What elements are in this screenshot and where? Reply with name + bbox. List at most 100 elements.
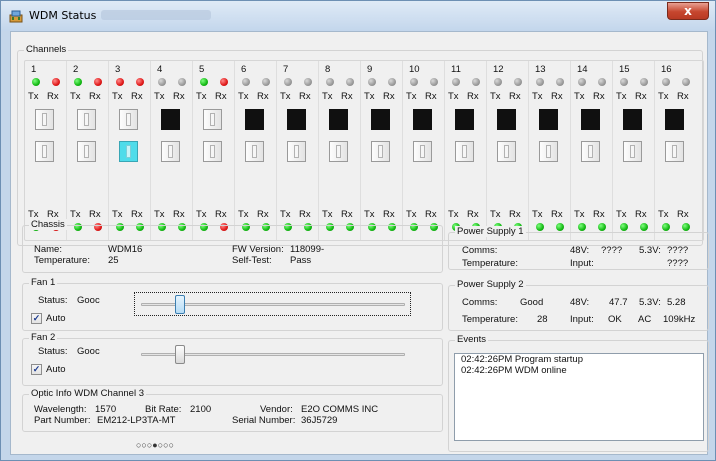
port-tx-slot[interactable] — [119, 109, 138, 130]
rx-label-top: Rx — [173, 91, 185, 102]
port-connector-icon — [546, 145, 551, 158]
port-rx-slot[interactable] — [581, 141, 600, 162]
port-rx-slot[interactable] — [77, 141, 96, 162]
channel-1[interactable]: 1 Tx Rx Tx Rx — [25, 61, 67, 240]
port-tx-slot[interactable] — [455, 109, 474, 130]
rx-status-led-top — [640, 78, 648, 86]
port-connector-icon — [504, 145, 509, 158]
port-rx-slot[interactable] — [203, 141, 222, 162]
channel-7[interactable]: 7 Tx Rx Tx Rx — [277, 61, 319, 240]
port-rx-slot[interactable] — [371, 141, 390, 162]
tx-status-led-top — [494, 78, 502, 86]
channel-9[interactable]: 9 Tx Rx Tx Rx — [361, 61, 403, 240]
tx-label-top: Tx — [154, 91, 165, 102]
port-connector-icon — [210, 113, 215, 126]
event-item[interactable]: 02:42:26PM Program startup — [455, 354, 703, 365]
close-button[interactable]: x — [667, 2, 709, 20]
port-connector-icon — [126, 145, 131, 158]
channel-4[interactable]: 4 Tx Rx Tx Rx — [151, 61, 193, 240]
port-connector-icon — [84, 113, 89, 126]
port-rx-slot[interactable] — [161, 141, 180, 162]
port-rx-slot[interactable] — [455, 141, 474, 162]
window-title: WDM Status — [29, 9, 97, 22]
port-connector-icon — [126, 113, 131, 126]
tx-label-top: Tx — [112, 91, 123, 102]
channel-number: 16 — [661, 64, 672, 75]
port-rx-slot[interactable] — [35, 141, 54, 162]
port-rx-slot[interactable] — [287, 141, 306, 162]
fan2-slider-thumb[interactable] — [175, 345, 185, 364]
channel-14[interactable]: 14 Tx Rx Tx Rx — [571, 61, 613, 240]
channel-13[interactable]: 13 Tx Rx Tx Rx — [529, 61, 571, 240]
rx-label-bottom: Rx — [131, 209, 143, 220]
port-tx-slot[interactable] — [581, 109, 600, 130]
power-supply-2-label: Power Supply 2 — [455, 279, 526, 290]
channel-10[interactable]: 10 Tx Rx Tx Rx — [403, 61, 445, 240]
rx-label-top: Rx — [509, 91, 521, 102]
port-rx-slot[interactable] — [119, 141, 138, 162]
port-rx-slot[interactable] — [497, 141, 516, 162]
port-tx-slot[interactable] — [35, 109, 54, 130]
rx-label-top: Rx — [635, 91, 647, 102]
port-tx-slot[interactable] — [623, 109, 642, 130]
ps1-48v-label: 48V: — [570, 245, 590, 256]
channel-12[interactable]: 12 Tx Rx Tx Rx — [487, 61, 529, 240]
channel-6[interactable]: 6 Tx Rx Tx Rx — [235, 61, 277, 240]
tx-label-bottom: Tx — [364, 209, 375, 220]
port-tx-slot[interactable] — [329, 109, 348, 130]
rx-label-top: Rx — [383, 91, 395, 102]
title-bar[interactable]: WDM Status x — [1, 1, 715, 31]
rx-status-led-top — [94, 78, 102, 86]
port-rx-slot[interactable] — [665, 141, 684, 162]
channel-15[interactable]: 15 Tx Rx Tx Rx — [613, 61, 655, 240]
channel-16[interactable]: 16 Tx Rx Tx Rx — [655, 61, 697, 240]
events-list[interactable]: 02:42:26PM Program startup 02:42:26PM WD… — [454, 353, 704, 441]
port-tx-slot[interactable] — [539, 109, 558, 130]
port-rx-slot[interactable] — [623, 141, 642, 162]
event-item[interactable]: 02:42:26PM WDM online — [455, 365, 703, 376]
port-tx-slot[interactable] — [665, 109, 684, 130]
port-rx-slot[interactable] — [413, 141, 432, 162]
tx-status-led-bottom — [620, 223, 628, 231]
channel-3[interactable]: 3 Tx Rx Tx Rx — [109, 61, 151, 240]
wavelength-label: Wavelength: — [34, 404, 87, 415]
tx-status-led-top — [662, 78, 670, 86]
fan1-auto-checkbox[interactable]: ✓ — [31, 313, 42, 324]
channel-11[interactable]: 11 Tx Rx Tx Rx — [445, 61, 487, 240]
tx-label-top: Tx — [532, 91, 543, 102]
port-tx-slot[interactable] — [287, 109, 306, 130]
rx-label-bottom: Rx — [635, 209, 647, 220]
port-tx-slot[interactable] — [371, 109, 390, 130]
ps1-48v-value: ???? — [601, 245, 623, 256]
port-connector-icon — [168, 145, 173, 158]
power-supply-1-label: Power Supply 1 — [455, 226, 526, 237]
port-rx-slot[interactable] — [329, 141, 348, 162]
channel-2[interactable]: 2 Tx Rx Tx Rx — [67, 61, 109, 240]
rx-label-bottom: Rx — [467, 209, 479, 220]
tx-status-led-top — [158, 78, 166, 86]
channel-number: 12 — [493, 64, 504, 75]
rx-status-led-top — [430, 78, 438, 86]
fan1-slider-thumb[interactable] — [175, 295, 185, 314]
vendor-value: E2O COMMS INC — [301, 404, 379, 415]
page-indicator[interactable]: ○○○●○○○ — [136, 440, 174, 450]
optic-info-label: Optic Info WDM Channel 3 — [29, 388, 146, 399]
fan2-auto-checkbox[interactable]: ✓ — [31, 364, 42, 375]
client-area: Channels 1 Tx Rx Tx Rx 2 Tx Rx Tx Rx 3 Tx Rx Tx Rx 4 Tx R… — [10, 31, 709, 455]
rx-status-led-top — [178, 78, 186, 86]
port-tx-slot[interactable] — [245, 109, 264, 130]
port-tx-slot[interactable] — [497, 109, 516, 130]
port-tx-slot[interactable] — [161, 109, 180, 130]
port-rx-slot[interactable] — [539, 141, 558, 162]
port-tx-slot[interactable] — [203, 109, 222, 130]
port-rx-slot[interactable] — [245, 141, 264, 162]
ps1-5v3-value: ???? — [667, 245, 689, 256]
tx-label-bottom: Tx — [448, 209, 459, 220]
tx-label-bottom: Tx — [112, 209, 123, 220]
channel-8[interactable]: 8 Tx Rx Tx Rx — [319, 61, 361, 240]
port-tx-slot[interactable] — [77, 109, 96, 130]
port-tx-slot[interactable] — [413, 109, 432, 130]
tx-status-led-top — [200, 78, 208, 86]
vendor-label: Vendor: — [260, 404, 293, 415]
channel-5[interactable]: 5 Tx Rx Tx Rx — [193, 61, 235, 240]
